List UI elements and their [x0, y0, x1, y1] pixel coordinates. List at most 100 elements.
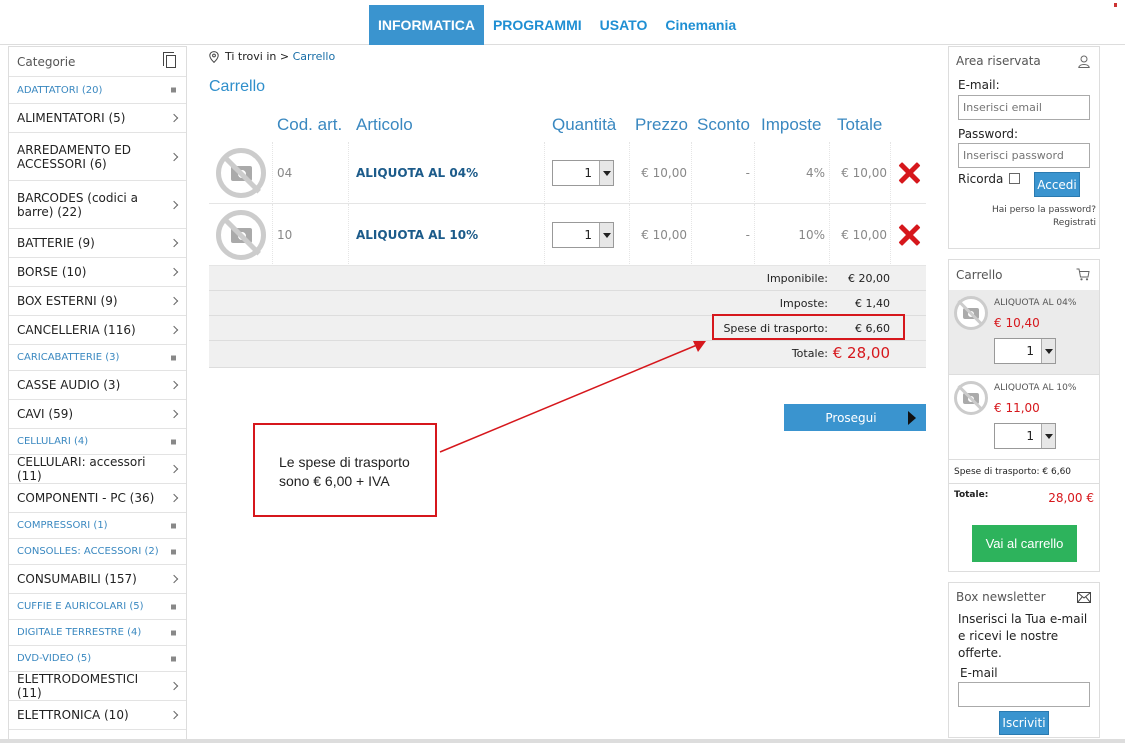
- chevron-right-icon: [169, 681, 179, 691]
- newsletter-email-input[interactable]: [958, 682, 1090, 707]
- mini-quantity-select[interactable]: 1: [994, 423, 1056, 449]
- sidebar-category[interactable]: BARCODES (codici a barre) (22): [9, 181, 186, 229]
- corner-mark: [1114, 3, 1117, 7]
- cart-row: 10 ALIQUOTA AL 10% 1 € 10,00 - 10% € 10,…: [209, 204, 926, 266]
- register-link[interactable]: Registrati: [949, 218, 1099, 228]
- dropdown-arrow-icon[interactable]: [599, 161, 613, 185]
- top-navigation: INFORMATICA PROGRAMMI USATO Cinemania: [0, 0, 1125, 45]
- mini-item-name[interactable]: ALIQUOTA AL 10%: [994, 383, 1076, 393]
- subscribe-button[interactable]: Iscriviti: [999, 711, 1049, 735]
- sidebar-category[interactable]: COMPONENTI - PC (36): [9, 484, 186, 513]
- sidebar-category[interactable]: DVD-VIDEO (5): [9, 646, 186, 672]
- sidebar-category[interactable]: ELETTRONICA (10): [9, 701, 186, 730]
- newsletter-box: Box newsletter Inserisci la Tua e-mail e…: [948, 582, 1100, 738]
- login-title: Area riservata: [956, 54, 1041, 68]
- bullet-square-icon: [171, 439, 176, 444]
- sidebar-category[interactable]: CARICABATTERIE (3): [9, 345, 186, 371]
- sidebar-category[interactable]: COMPRESSORI (1): [9, 513, 186, 539]
- sidebar-category[interactable]: ELETTRODOMESTICI (11): [9, 672, 186, 701]
- summary-imposte: Imposte: € 1,40: [209, 291, 926, 316]
- bullet-square-icon: [171, 630, 176, 635]
- sidebar-category[interactable]: ARREDAMENTO ED ACCESSORI (6): [9, 133, 186, 181]
- nav-informatica[interactable]: INFORMATICA: [369, 5, 484, 45]
- col-header-tax: Imposte: [761, 115, 822, 134]
- sidebar-category[interactable]: CAVI (59): [9, 400, 186, 429]
- no-image-icon: [215, 210, 266, 260]
- no-image-icon: [215, 148, 266, 198]
- total-cell: € 10,00: [830, 142, 891, 204]
- password-input[interactable]: [958, 143, 1090, 168]
- sidebar-category-label: BATTERIE (9): [17, 236, 95, 250]
- mini-item-name[interactable]: ALIQUOTA AL 04%: [994, 298, 1076, 308]
- remove-icon[interactable]: [898, 224, 920, 246]
- mini-cart-item: ALIQUOTA AL 04% € 10,40 1: [949, 290, 1099, 375]
- nav-usato[interactable]: USATO: [591, 5, 657, 45]
- sidebar-category[interactable]: ADATTATORI (20): [9, 77, 186, 104]
- imponibile-value: € 20,00: [848, 272, 890, 285]
- forgot-password-link[interactable]: Hai perso la password?: [949, 205, 1099, 215]
- sidebar-category-label: CONSOLLES: ACCESSORI (2): [17, 546, 159, 557]
- remove-icon[interactable]: [898, 162, 920, 184]
- discount-cell: -: [692, 204, 755, 266]
- quantity-value: 1: [584, 166, 592, 180]
- nav-programmi[interactable]: PROGRAMMI: [484, 5, 591, 45]
- sidebar-category[interactable]: ALIMENTATORI (5): [9, 104, 186, 133]
- sidebar-category-label: ADATTATORI (20): [17, 84, 103, 96]
- sidebar-category[interactable]: CANCELLERIA (116): [9, 316, 186, 345]
- mini-cart-total: Totale: 28,00 €: [949, 484, 1099, 514]
- no-image-icon: [954, 381, 988, 415]
- copy-icon[interactable]: [163, 52, 176, 68]
- login-header: Area riservata: [949, 47, 1099, 75]
- qty-cell: 1: [545, 142, 630, 204]
- chevron-right-icon: [169, 493, 179, 503]
- dropdown-arrow-icon[interactable]: [1041, 339, 1055, 363]
- sidebar-category[interactable]: CELLULARI (4): [9, 429, 186, 455]
- chevron-right-icon: [169, 267, 179, 277]
- sidebar-title: Categorie: [17, 55, 76, 69]
- sidebar-category[interactable]: DIGITALE TERRESTRE (4): [9, 620, 186, 646]
- proceed-button[interactable]: Prosegui: [784, 404, 926, 431]
- breadcrumb-prefix: Ti trovi in >: [225, 50, 290, 63]
- sidebar-category[interactable]: BORSE (10): [9, 258, 186, 287]
- discount-cell: -: [692, 142, 755, 204]
- sidebar-category[interactable]: CONSOLLES: ACCESSORI (2): [9, 539, 186, 565]
- article-link[interactable]: ALIQUOTA AL 10%: [356, 228, 478, 242]
- sidebar-category-label: BORSE (10): [17, 265, 87, 279]
- sidebar-category-label: COMPONENTI - PC (36): [17, 491, 155, 505]
- password-label: Password:: [958, 127, 1019, 141]
- article-link[interactable]: ALIQUOTA AL 04%: [356, 166, 478, 180]
- quantity-select[interactable]: 1: [552, 222, 614, 248]
- login-button[interactable]: Accedi: [1034, 172, 1080, 197]
- dropdown-arrow-icon[interactable]: [599, 223, 613, 247]
- chevron-right-icon: [169, 296, 179, 306]
- sidebar-category-label: DIGITALE TERRESTRE (4): [17, 627, 142, 638]
- price-cell: € 10,00: [630, 142, 692, 204]
- sidebar-category[interactable]: CONSUMABILI (157): [9, 565, 186, 594]
- sidebar-category[interactable]: CELLULARI: accessori (11): [9, 455, 186, 484]
- breadcrumb-current[interactable]: Carrello: [293, 50, 336, 63]
- dropdown-arrow-icon[interactable]: [1041, 424, 1055, 448]
- play-arrow-icon: [908, 410, 916, 425]
- go-to-cart-button[interactable]: Vai al carrello: [972, 525, 1077, 562]
- sidebar-category[interactable]: CASSE AUDIO (3): [9, 371, 186, 400]
- nav-cinemania[interactable]: Cinemania: [656, 5, 745, 45]
- col-header-qty: Quantità: [552, 115, 617, 134]
- mini-quantity-value: 1: [1026, 344, 1034, 358]
- email-input[interactable]: [958, 95, 1090, 120]
- chevron-right-icon: [169, 113, 179, 123]
- mini-quantity-select[interactable]: 1: [994, 338, 1056, 364]
- login-actions: Ricorda Accedi: [949, 168, 1099, 198]
- code-cell: 04: [273, 142, 349, 204]
- bottom-bar: [0, 739, 1125, 743]
- remember-checkbox[interactable]: [1009, 173, 1020, 184]
- chevron-right-icon: [169, 409, 179, 419]
- remove-cell: [891, 204, 926, 266]
- bullet-square-icon: [171, 549, 176, 554]
- imposte-value: € 1,40: [855, 297, 890, 310]
- imponibile-label: Imponibile:: [766, 272, 828, 285]
- sidebar-category[interactable]: BATTERIE (9): [9, 229, 186, 258]
- col-header-discount: Sconto: [697, 115, 750, 134]
- quantity-select[interactable]: 1: [552, 160, 614, 186]
- sidebar-category[interactable]: BOX ESTERNI (9): [9, 287, 186, 316]
- sidebar-category[interactable]: CUFFIE E AURICOLARI (5): [9, 594, 186, 620]
